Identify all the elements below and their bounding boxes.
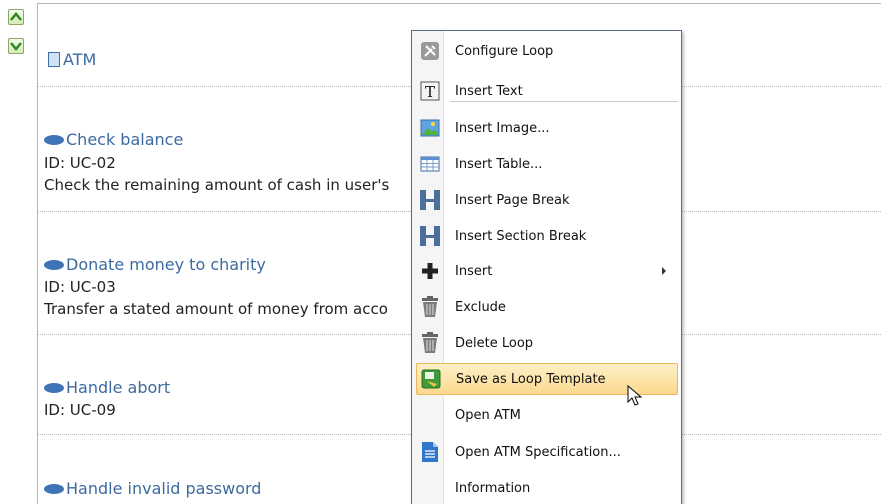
menu-item-insert-image[interactable]: Insert Image...: [416, 112, 678, 144]
model-icon: [48, 52, 60, 67]
table-icon: [418, 152, 442, 176]
use-case-icon: [44, 382, 64, 393]
use-case-title[interactable]: Donate money to charity: [44, 255, 266, 274]
page-break-icon: [418, 188, 442, 212]
text-t-icon: T: [418, 79, 442, 103]
use-case-icon: [44, 483, 64, 494]
use-case-id: ID: UC-03: [44, 278, 116, 296]
section-break-icon: [418, 224, 442, 248]
use-case-icon: [44, 259, 64, 270]
menu-item-insert-page-break[interactable]: Insert Page Break: [416, 184, 678, 216]
use-case-icon: [44, 134, 64, 145]
trash-icon: [418, 295, 442, 319]
context-menu: Configure Loop T Insert Text Insert Imag…: [411, 30, 682, 504]
document-icon: [418, 440, 442, 464]
loop-title[interactable]: ATM: [48, 50, 96, 69]
menu-item-insert-table[interactable]: Insert Table...: [416, 148, 678, 180]
use-case-title[interactable]: Check balance: [44, 130, 183, 149]
save-template-icon: [419, 367, 443, 391]
use-case-title[interactable]: Handle abort: [44, 378, 170, 397]
menu-item-open-atm-specification[interactable]: Open ATM Specification...: [416, 436, 678, 468]
loop-title-text: ATM: [63, 50, 97, 69]
plus-icon: [418, 259, 442, 283]
wrench-icon: [418, 39, 442, 63]
menu-item-insert-section-break[interactable]: Insert Section Break: [416, 220, 678, 252]
arrow-up-icon: [10, 12, 22, 21]
mouse-cursor-icon: [627, 385, 643, 406]
menu-item-information[interactable]: Information: [416, 472, 678, 504]
use-case-description: Transfer a stated amount of money from a…: [44, 300, 388, 318]
trash-icon: [418, 331, 442, 355]
menu-item-exclude[interactable]: Exclude: [416, 291, 678, 323]
svg-text:T: T: [425, 83, 435, 101]
use-case-description: Check the remaining amount of cash in us…: [44, 176, 390, 194]
menu-item-insert[interactable]: Insert: [416, 255, 678, 287]
move-down-button[interactable]: [8, 38, 24, 54]
submenu-arrow-icon: [662, 267, 666, 275]
use-case-id: ID: UC-09: [44, 401, 116, 419]
image-icon: [418, 116, 442, 140]
menu-item-insert-text[interactable]: T Insert Text: [416, 75, 678, 107]
arrow-down-icon: [10, 42, 22, 51]
menu-item-delete-loop[interactable]: Delete Loop: [416, 327, 678, 359]
use-case-title[interactable]: Handle invalid password: [44, 479, 261, 498]
move-up-button[interactable]: [8, 9, 24, 25]
menu-item-configure-loop[interactable]: Configure Loop: [416, 35, 678, 67]
use-case-id: ID: UC-02: [44, 154, 116, 172]
